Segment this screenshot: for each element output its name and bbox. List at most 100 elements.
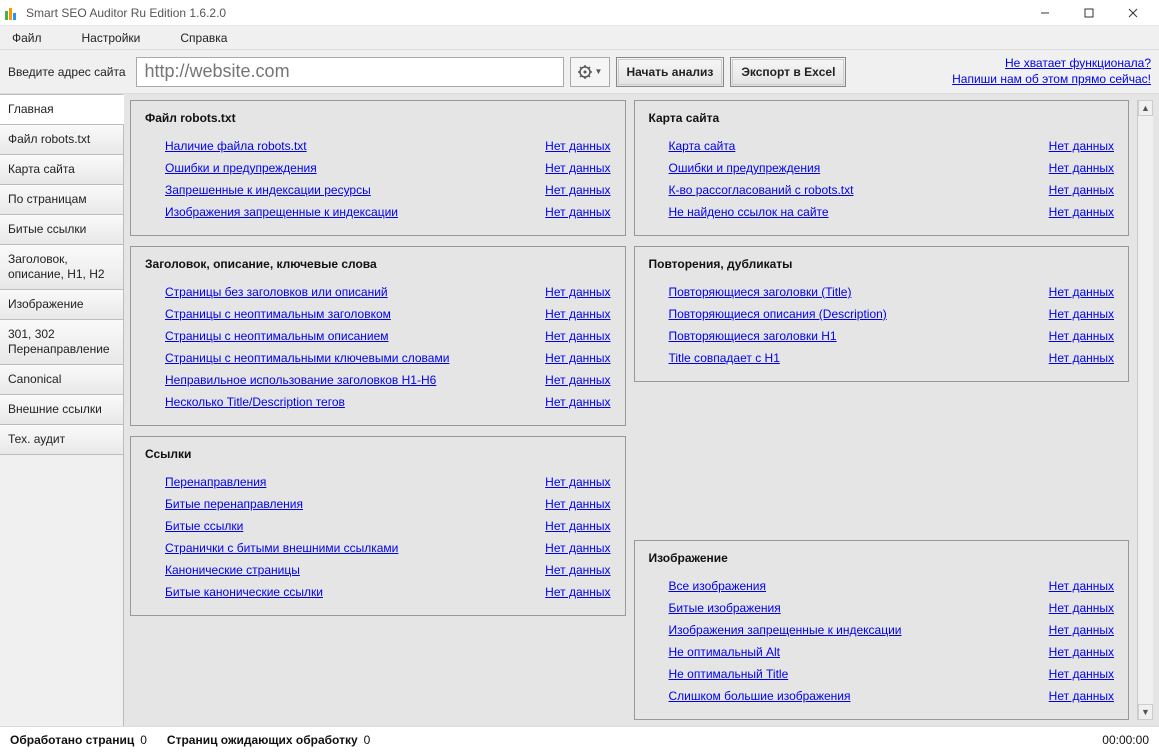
tab-sitemap[interactable]: Карта сайта bbox=[0, 154, 124, 185]
link-item[interactable]: Все изображения bbox=[669, 579, 767, 593]
tab-broken-links[interactable]: Битые ссылки bbox=[0, 214, 124, 245]
tab-headings[interactable]: Заголовок, описание, H1, H2 bbox=[0, 244, 124, 290]
menu-help[interactable]: Справка bbox=[180, 31, 227, 45]
link-item[interactable]: Изображения запрещенные к индексации bbox=[165, 205, 398, 219]
link-nodata[interactable]: Нет данных bbox=[545, 563, 610, 577]
window-maximize-button[interactable] bbox=[1067, 1, 1111, 25]
link-nodata[interactable]: Нет данных bbox=[545, 139, 610, 153]
link-nodata[interactable]: Нет данных bbox=[1049, 623, 1114, 637]
start-analysis-button[interactable]: Начать анализ bbox=[616, 57, 725, 87]
tab-pages[interactable]: По страницам bbox=[0, 184, 124, 215]
link-nodata[interactable]: Нет данных bbox=[545, 205, 610, 219]
link-item[interactable]: Страницы с неоптимальными ключевыми слов… bbox=[165, 351, 449, 365]
link-nodata[interactable]: Нет данных bbox=[545, 541, 610, 555]
link-item[interactable]: Страницы без заголовков или описаний bbox=[165, 285, 388, 299]
link-nodata[interactable]: Нет данных bbox=[1049, 139, 1114, 153]
link-item[interactable]: Битые ссылки bbox=[165, 519, 243, 533]
panel-title: Изображение bbox=[649, 551, 1115, 565]
promo-link-1[interactable]: Не хватает функционала? bbox=[952, 56, 1151, 72]
tab-canonical[interactable]: Canonical bbox=[0, 364, 124, 395]
statusbar: Обработано страниц 0 Страниц ожидающих о… bbox=[0, 726, 1159, 752]
link-nodata[interactable]: Нет данных bbox=[1049, 689, 1114, 703]
link-item[interactable]: Ошибки и предупреждения bbox=[669, 161, 821, 175]
link-nodata[interactable]: Нет данных bbox=[1049, 307, 1114, 321]
menubar: Файл Настройки Справка bbox=[0, 26, 1159, 50]
link-item[interactable]: Повторяющиеся заголовки (Title) bbox=[669, 285, 852, 299]
window-close-button[interactable] bbox=[1111, 1, 1155, 25]
link-nodata[interactable]: Нет данных bbox=[545, 307, 610, 321]
link-item[interactable]: Битые перенаправления bbox=[165, 497, 303, 511]
link-nodata[interactable]: Нет данных bbox=[545, 475, 610, 489]
scroll-up-icon[interactable]: ▲ bbox=[1138, 100, 1153, 116]
tab-redirects[interactable]: 301, 302 Перенаправление bbox=[0, 319, 124, 365]
main-content: Файл robots.txt Наличие файла robots.txt… bbox=[124, 94, 1159, 726]
link-nodata[interactable]: Нет данных bbox=[1049, 161, 1114, 175]
tab-robots[interactable]: Файл robots.txt bbox=[0, 124, 124, 155]
link-item[interactable]: Страницы с неоптимальным описанием bbox=[165, 329, 389, 343]
link-item[interactable]: Карта сайта bbox=[669, 139, 736, 153]
panel-images: Изображение Все изображения Нет данных Би… bbox=[634, 540, 1130, 720]
link-nodata[interactable]: Нет данных bbox=[1049, 579, 1114, 593]
link-item[interactable]: Повторяющиеся описания (Description) bbox=[669, 307, 887, 321]
sidebar: Главная Файл robots.txt Карта сайта По с… bbox=[0, 94, 124, 726]
scroll-down-icon[interactable]: ▼ bbox=[1138, 704, 1153, 720]
link-nodata[interactable]: Нет данных bbox=[1049, 601, 1114, 615]
link-item[interactable]: Запрешенные к индексации ресурсы bbox=[165, 183, 371, 197]
link-nodata[interactable]: Нет данных bbox=[1049, 329, 1114, 343]
link-item[interactable]: Не оптимальный Alt bbox=[669, 645, 781, 659]
link-item[interactable]: Title совпадает с H1 bbox=[669, 351, 780, 365]
link-nodata[interactable]: Нет данных bbox=[1049, 183, 1114, 197]
link-item[interactable]: Неправильное использование заголовков H1… bbox=[165, 373, 436, 387]
panel-robots: Файл robots.txt Наличие файла robots.txt… bbox=[130, 100, 626, 236]
link-item[interactable]: Наличие файла robots.txt bbox=[165, 139, 307, 153]
link-item[interactable]: Битые изображения bbox=[669, 601, 781, 615]
link-item[interactable]: Страницы с неоптимальным заголовком bbox=[165, 307, 391, 321]
link-nodata[interactable]: Нет данных bbox=[545, 285, 610, 299]
link-nodata[interactable]: Нет данных bbox=[545, 373, 610, 387]
tab-external-links[interactable]: Внешние ссылки bbox=[0, 394, 124, 425]
menu-settings[interactable]: Настройки bbox=[82, 31, 141, 45]
gear-icon bbox=[577, 64, 593, 80]
link-item[interactable]: Битые канонические ссылки bbox=[165, 585, 323, 599]
url-label: Введите адрес сайта bbox=[8, 65, 126, 79]
link-item[interactable]: Повторяющиеся заголовки H1 bbox=[669, 329, 837, 343]
window-title: Smart SEO Auditor Ru Edition 1.6.2.0 bbox=[26, 6, 1023, 20]
link-nodata[interactable]: Нет данных bbox=[1049, 645, 1114, 659]
export-excel-button[interactable]: Экспорт в Excel bbox=[730, 57, 846, 87]
link-item[interactable]: К-во рассогласований с robots.txt bbox=[669, 183, 854, 197]
url-input[interactable] bbox=[136, 57, 564, 87]
panel-title: Повторения, дубликаты bbox=[649, 257, 1115, 271]
tab-images[interactable]: Изображение bbox=[0, 289, 124, 320]
window-minimize-button[interactable] bbox=[1023, 1, 1067, 25]
link-item[interactable]: Изображения запрещенные к индексации bbox=[669, 623, 902, 637]
menu-file[interactable]: Файл bbox=[12, 31, 42, 45]
link-item[interactable]: Странички с битыми внешними ссылками bbox=[165, 541, 398, 555]
link-item[interactable]: Не найдено ссылок на сайте bbox=[669, 205, 829, 219]
link-nodata[interactable]: Нет данных bbox=[545, 183, 610, 197]
link-item[interactable]: Слишком большие изображения bbox=[669, 689, 851, 703]
tab-tech-audit[interactable]: Тех. аудит bbox=[0, 424, 124, 455]
link-item[interactable]: Канонические страницы bbox=[165, 563, 300, 577]
link-nodata[interactable]: Нет данных bbox=[545, 519, 610, 533]
link-nodata[interactable]: Нет данных bbox=[1049, 667, 1114, 681]
link-item[interactable]: Несколько Title/Description тегов bbox=[165, 395, 345, 409]
link-nodata[interactable]: Нет данных bbox=[545, 351, 610, 365]
link-nodata[interactable]: Нет данных bbox=[545, 161, 610, 175]
link-nodata[interactable]: Нет данных bbox=[1049, 351, 1114, 365]
tab-main[interactable]: Главная bbox=[0, 94, 124, 125]
link-nodata[interactable]: Нет данных bbox=[545, 585, 610, 599]
link-item[interactable]: Не оптимальный Title bbox=[669, 667, 789, 681]
link-item[interactable]: Перенаправления bbox=[165, 475, 266, 489]
vertical-scrollbar[interactable]: ▲ ▼ bbox=[1137, 100, 1153, 720]
panel-links: Ссылки ПеренаправленияНет данных Битые п… bbox=[130, 436, 626, 616]
promo-link-2[interactable]: Напиши нам об этом прямо сейчас! bbox=[952, 72, 1151, 88]
settings-button[interactable]: ▼ bbox=[570, 57, 610, 87]
link-nodata[interactable]: Нет данных bbox=[1049, 205, 1114, 219]
link-nodata[interactable]: Нет данных bbox=[1049, 285, 1114, 299]
panel-dupes: Повторения, дубликаты Повторяющиеся заго… bbox=[634, 246, 1130, 382]
link-nodata[interactable]: Нет данных bbox=[545, 329, 610, 343]
link-nodata[interactable]: Нет данных bbox=[545, 395, 610, 409]
status-time: 00:00:00 bbox=[1102, 733, 1149, 747]
link-nodata[interactable]: Нет данных bbox=[545, 497, 610, 511]
link-item[interactable]: Ошибки и предупреждения bbox=[165, 161, 317, 175]
